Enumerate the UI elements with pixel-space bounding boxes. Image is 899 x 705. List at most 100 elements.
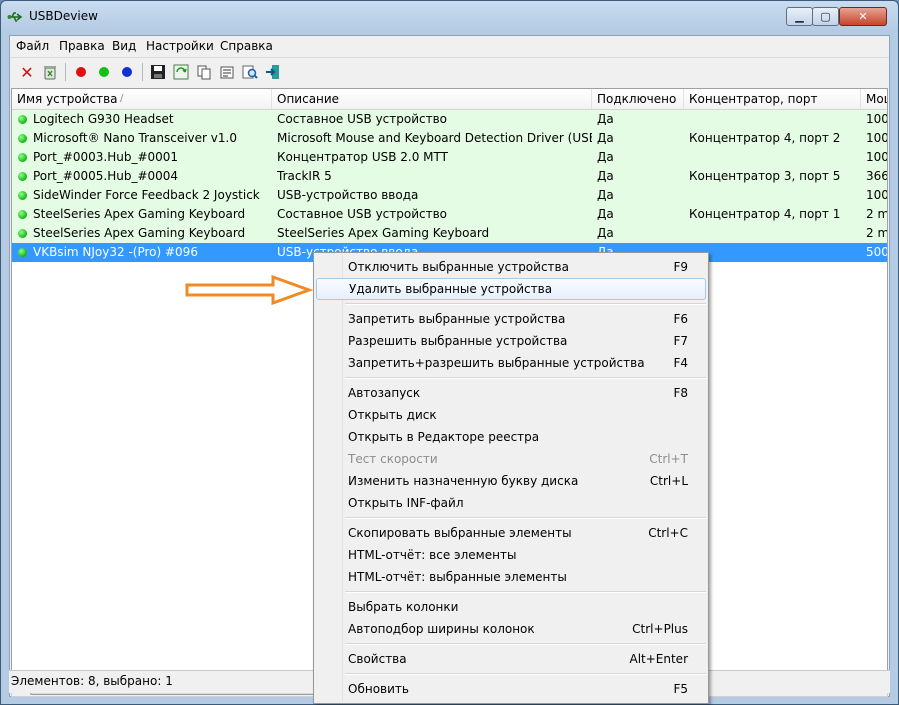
- column-header-hub-port[interactable]: Концентратор, порт: [684, 89, 861, 109]
- context-menu-item[interactable]: HTML-отчёт: выбранные элементы: [316, 566, 706, 588]
- connected-status-icon: [18, 134, 27, 143]
- cell-description: Концентратор USB 2.0 MTT: [277, 150, 448, 164]
- menu-separator: [345, 303, 706, 305]
- cell-device-name: Port_#0005.Hub_#0004: [33, 169, 179, 183]
- column-header-description[interactable]: Описание: [272, 89, 592, 109]
- cell-power: 2 m.: [866, 207, 888, 221]
- table-row[interactable]: Port_#0003.Hub_#0001 Концентратор USB 2.0…: [12, 148, 887, 167]
- status-text: Элементов: 8, выбрано: 1: [11, 674, 173, 688]
- context-menu-item[interactable]: Запретить+разрешить выбранные устройства…: [316, 352, 706, 374]
- find-icon[interactable]: [241, 63, 259, 81]
- menu-item-label: Изменить назначенную букву диска: [348, 474, 579, 488]
- context-menu-item[interactable]: Автоподбор ширины колонок Ctrl+Plus: [316, 618, 706, 640]
- cell-device-name: SteelSeries Apex Gaming Keyboard: [33, 207, 246, 221]
- menu-item-label: HTML-отчёт: все элементы: [348, 548, 517, 562]
- cell-power: 2 m.: [866, 226, 888, 240]
- menu-item-label: Запретить выбранные устройства: [348, 312, 566, 326]
- table-row[interactable]: SteelSeries Apex Gaming Keyboard Составно…: [12, 205, 888, 224]
- cell-connected: Да: [597, 150, 614, 164]
- context-menu-item[interactable]: Отключить выбранные устройства F9: [316, 256, 706, 278]
- menu-item-shortcut: Ctrl+L: [649, 474, 688, 488]
- cell-hub-port: Концентратор 3, порт 5: [689, 169, 841, 183]
- column-header-device-name[interactable]: Имя устройства /: [12, 89, 272, 109]
- column-header-power[interactable]: Мощ: [861, 89, 887, 109]
- cell-device-name: Port_#0003.Hub_#0001: [33, 150, 179, 164]
- table-row[interactable]: Port_#0005.Hub_#0004 TrackIR 5 Да Концентра…: [12, 167, 887, 186]
- cell-power: 100: [866, 188, 888, 202]
- menu-view[interactable]: Вид: [112, 39, 136, 53]
- menu-help[interactable]: Справка: [220, 39, 273, 53]
- table-row[interactable]: SteelSeries Apex Gaming Keyboard SteelSer…: [12, 224, 888, 243]
- cell-hub-port: [684, 243, 861, 262]
- menu-separator: [345, 591, 706, 593]
- menu-item-shortcut: F6: [673, 312, 688, 326]
- menu-item-shortcut: F4: [673, 356, 688, 370]
- cell-hub-port: [684, 186, 861, 205]
- menu-separator: [345, 377, 706, 379]
- window-title: USBDeview: [29, 9, 98, 23]
- context-menu-item[interactable]: Выбрать колонки: [316, 596, 706, 618]
- context-menu-item[interactable]: Удалить выбранные устройства: [316, 278, 706, 300]
- context-menu-item[interactable]: Открыть INF-файл: [316, 492, 706, 514]
- menu-item-shortcut: F5: [673, 682, 688, 696]
- menu-item-label: HTML-отчёт: выбранные элементы: [348, 570, 567, 584]
- usb-app-icon: [7, 12, 23, 22]
- context-menu-item[interactable]: Тест скорости Ctrl+T: [316, 448, 706, 470]
- refresh-icon[interactable]: [172, 63, 190, 81]
- menu-settings[interactable]: Настройки: [146, 39, 214, 53]
- save-icon[interactable]: [149, 63, 167, 81]
- maximize-button[interactable]: ▢: [812, 7, 839, 26]
- context-menu: Отключить выбранные устройства F9 Удалить …: [313, 252, 709, 704]
- menu-item-shortcut: Ctrl+Plus: [632, 622, 688, 636]
- cell-device-name: SteelSeries Apex Gaming Keyboard: [33, 226, 246, 240]
- context-menu-item[interactable]: Свойства Alt+Enter: [316, 648, 706, 670]
- menu-item-shortcut: F9: [673, 260, 688, 274]
- menu-item-label: Обновить: [348, 682, 409, 696]
- cell-description: Microsoft Mouse and Keyboard Detection D…: [277, 131, 592, 145]
- menu-edit[interactable]: Правка: [59, 39, 105, 53]
- minimize-button[interactable]: ▁: [786, 7, 813, 26]
- context-menu-item[interactable]: Открыть в Редакторе реестра: [316, 426, 706, 448]
- menu-separator: [345, 673, 706, 675]
- context-menu-item[interactable]: Запретить выбранные устройства F6: [316, 308, 706, 330]
- cell-connected: Да: [597, 207, 614, 221]
- blue-dot-icon[interactable]: [118, 63, 136, 81]
- context-menu-item[interactable]: Скопировать выбранные элементы Ctrl+C: [316, 522, 706, 544]
- context-menu-item[interactable]: Открыть диск: [316, 404, 706, 426]
- table-row[interactable]: SideWinder Force Feedback 2 Joystick USB-…: [12, 186, 888, 205]
- menu-file[interactable]: Файл: [16, 39, 49, 53]
- menu-item-label: Открыть диск: [348, 408, 437, 422]
- menu-item-label: Скопировать выбранные элементы: [348, 526, 572, 540]
- context-menu-item[interactable]: Автозапуск F8: [316, 382, 706, 404]
- exit-icon[interactable]: [264, 63, 282, 81]
- properties-icon[interactable]: [218, 63, 236, 81]
- toolbar-separator: [142, 63, 143, 81]
- copy-icon[interactable]: [195, 63, 213, 81]
- title-bar[interactable]: USBDeview ▁ ▢ ✕: [1, 1, 898, 35]
- context-menu-item[interactable]: Разрешить выбранные устройства F7: [316, 330, 706, 352]
- table-row[interactable]: Microsoft® Nano Transceiver v1.0 Microsof…: [12, 129, 887, 148]
- menu-item-label: Запретить+разрешить выбранные устройства: [348, 356, 645, 370]
- cell-connected: Да: [597, 131, 614, 145]
- close-window-button[interactable]: ✕: [839, 7, 887, 26]
- close-red-x-icon[interactable]: ✕: [18, 63, 36, 82]
- context-menu-item[interactable]: Изменить назначенную букву диска Ctrl+L: [316, 470, 706, 492]
- cell-hub-port: Концентратор 4, порт 1: [689, 207, 841, 221]
- connected-status-icon: [18, 172, 27, 181]
- green-dot-icon[interactable]: [95, 63, 113, 81]
- column-header-connected[interactable]: Подключено: [592, 89, 684, 109]
- table-row[interactable]: Logitech G930 Headset Составное USB устро…: [12, 110, 887, 129]
- menu-item-label: Открыть INF-файл: [348, 496, 464, 510]
- connected-status-icon: [18, 191, 27, 200]
- menu-separator: [345, 643, 706, 645]
- menu-item-label: Выбрать колонки: [348, 600, 459, 614]
- cell-hub-port: [684, 148, 861, 167]
- context-menu-item[interactable]: Обновить F5: [316, 678, 706, 700]
- red-dot-icon[interactable]: [72, 63, 90, 81]
- context-menu-item[interactable]: HTML-отчёт: все элементы: [316, 544, 706, 566]
- toolbar-separator: [65, 63, 66, 81]
- cell-description: SteelSeries Apex Gaming Keyboard: [277, 226, 490, 240]
- menu-item-label: Автозапуск: [348, 386, 421, 400]
- recycle-icon[interactable]: [41, 63, 59, 81]
- connected-status-icon: [18, 210, 27, 219]
